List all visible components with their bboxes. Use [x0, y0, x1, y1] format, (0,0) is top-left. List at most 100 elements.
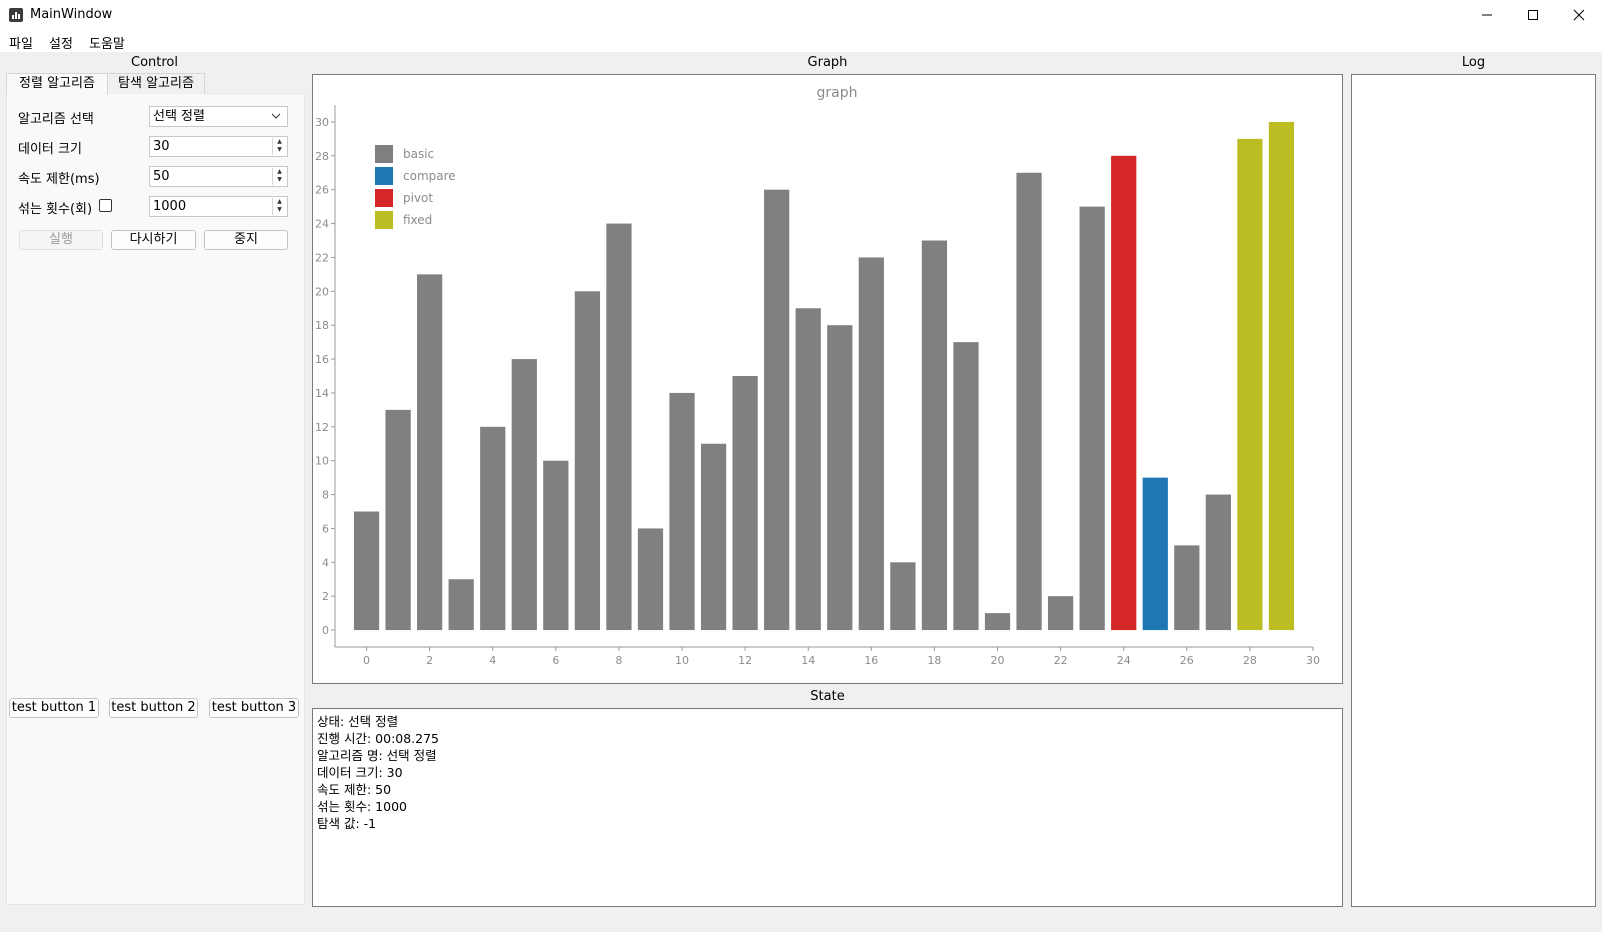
bar [953, 342, 979, 631]
menu-settings[interactable]: 설정 [49, 33, 73, 52]
test-button-3[interactable]: test button 3 [209, 698, 299, 718]
bar [700, 443, 727, 631]
log-panel [1351, 74, 1596, 907]
bar-chart: graph 0246810121416182022242628300 2 4 6 8 10… [315, 85, 1320, 667]
state-panel: 상태: 선택 정렬 진행 시간: 00:08.275 알고리즘 명: 선택 정렬… [312, 708, 1343, 907]
y-tick-label: 30 [315, 116, 329, 129]
bar [984, 613, 1011, 631]
spin-arrows-icon[interactable]: ▲ ▼ [272, 168, 286, 185]
bar [921, 240, 948, 631]
bar [1142, 477, 1168, 631]
y-tick-label: 4 [322, 556, 329, 569]
menu-help[interactable]: 도움말 [89, 33, 125, 52]
bar [1205, 494, 1231, 631]
bar [732, 376, 758, 631]
bar [1237, 138, 1263, 631]
x-tick-label: 26 [1180, 654, 1194, 667]
state-line: 탐색 값: -1 [317, 816, 377, 831]
bar [1268, 121, 1295, 631]
y-tick-label: 22 [315, 251, 329, 264]
state-header: State [810, 689, 845, 704]
run-button[interactable]: 실행 [19, 230, 103, 250]
bar [764, 189, 790, 631]
chevron-down-icon [271, 113, 281, 119]
tab-search-algorithm[interactable]: 탐색 알고리즘 [107, 73, 205, 94]
y-tick-label: 26 [315, 184, 329, 197]
window-title: MainWindow [30, 7, 113, 22]
bar [543, 460, 569, 631]
bar [574, 291, 601, 631]
bar [1174, 545, 1200, 631]
data-size-label: 데이터 크기 [18, 142, 82, 157]
shuffle-spinbox[interactable]: 1000 ▲ ▼ [149, 196, 288, 217]
x-tick-label: 10 [675, 654, 689, 667]
legend-label: basic [403, 147, 434, 161]
title-bar [0, 0, 1602, 30]
bar [511, 359, 537, 631]
retry-button[interactable]: 다시하기 [111, 230, 196, 250]
bar [1047, 596, 1074, 631]
log-header: Log [1461, 55, 1486, 70]
bar [417, 274, 443, 631]
bar [858, 257, 884, 631]
x-tick-label: 18 [927, 654, 941, 667]
legend-label: fixed [403, 213, 432, 227]
tab-sort-algorithm[interactable]: 정렬 알고리즘 [6, 73, 108, 95]
y-tick-label: 8 [322, 489, 329, 502]
graph-panel: graph 0 2 4 6 8 10 12 14 16 18 20 22 24 26 28 30 0 2 4 6 8 10… [312, 74, 1343, 684]
minimize-icon [1482, 14, 1492, 16]
x-tick-label: 6 [552, 654, 559, 667]
x-tick-label: 8 [615, 654, 622, 667]
maximize-button[interactable] [1510, 0, 1556, 30]
x-tick-label: 12 [738, 654, 752, 667]
x-tick-label: 30 [1306, 654, 1320, 667]
graph-header: Graph [807, 55, 848, 70]
x-tick-label: 16 [864, 654, 878, 667]
close-button[interactable] [1556, 0, 1602, 30]
algorithm-select[interactable]: 선택 정렬 [149, 106, 288, 127]
menu-bar [0, 30, 1602, 52]
chart-title: graph [817, 85, 858, 101]
legend-label: compare [403, 169, 456, 183]
shuffle-value: 1000 [153, 199, 187, 214]
y-tick-label: 10 [315, 455, 329, 468]
y-tick-label: 28 [315, 150, 329, 163]
bar [1016, 172, 1042, 631]
legend-swatch [375, 189, 393, 207]
x-tick-label: 4 [489, 654, 496, 667]
menu-file[interactable]: 파일 [9, 33, 33, 52]
algorithm-label: 알고리즘 선택 [18, 112, 94, 127]
x-tick-label: 20 [991, 654, 1005, 667]
x-tick-label: 14 [801, 654, 815, 667]
y-tick-label: 12 [315, 421, 329, 434]
bar [1079, 206, 1105, 631]
bar [637, 528, 664, 631]
bar [669, 392, 695, 631]
speed-spinbox[interactable]: 50 ▲ ▼ [149, 166, 288, 187]
legend-swatch [375, 145, 393, 163]
maximize-icon [1528, 10, 1538, 20]
app-chart-icon [9, 8, 23, 22]
x-tick-label: 24 [1117, 654, 1131, 667]
data-size-spinbox[interactable]: 30 ▲ ▼ [149, 136, 288, 157]
bar [1111, 155, 1137, 631]
bar [448, 579, 474, 631]
speed-label: 속도 제한(ms) [18, 172, 100, 187]
shuffle-checkbox[interactable] [99, 199, 112, 212]
spin-arrows-icon[interactable]: ▲ ▼ [272, 198, 286, 215]
test-button-1[interactable]: test button 1 [9, 698, 99, 718]
bar [353, 511, 380, 631]
y-tick-label: 2 [322, 590, 329, 603]
x-tick-label: 2 [426, 654, 433, 667]
minimize-button[interactable] [1464, 0, 1510, 30]
control-header: Control [131, 55, 178, 70]
y-tick-label: 18 [315, 319, 329, 332]
test-button-2[interactable]: test button 2 [109, 698, 198, 718]
x-tick-label: 0 [363, 654, 370, 667]
bar [827, 325, 853, 631]
bar [606, 223, 632, 631]
y-tick-label: 24 [315, 218, 329, 231]
spin-arrows-icon[interactable]: ▲ ▼ [272, 138, 286, 155]
stop-button[interactable]: 중지 [204, 230, 288, 250]
legend-swatch [375, 167, 393, 185]
